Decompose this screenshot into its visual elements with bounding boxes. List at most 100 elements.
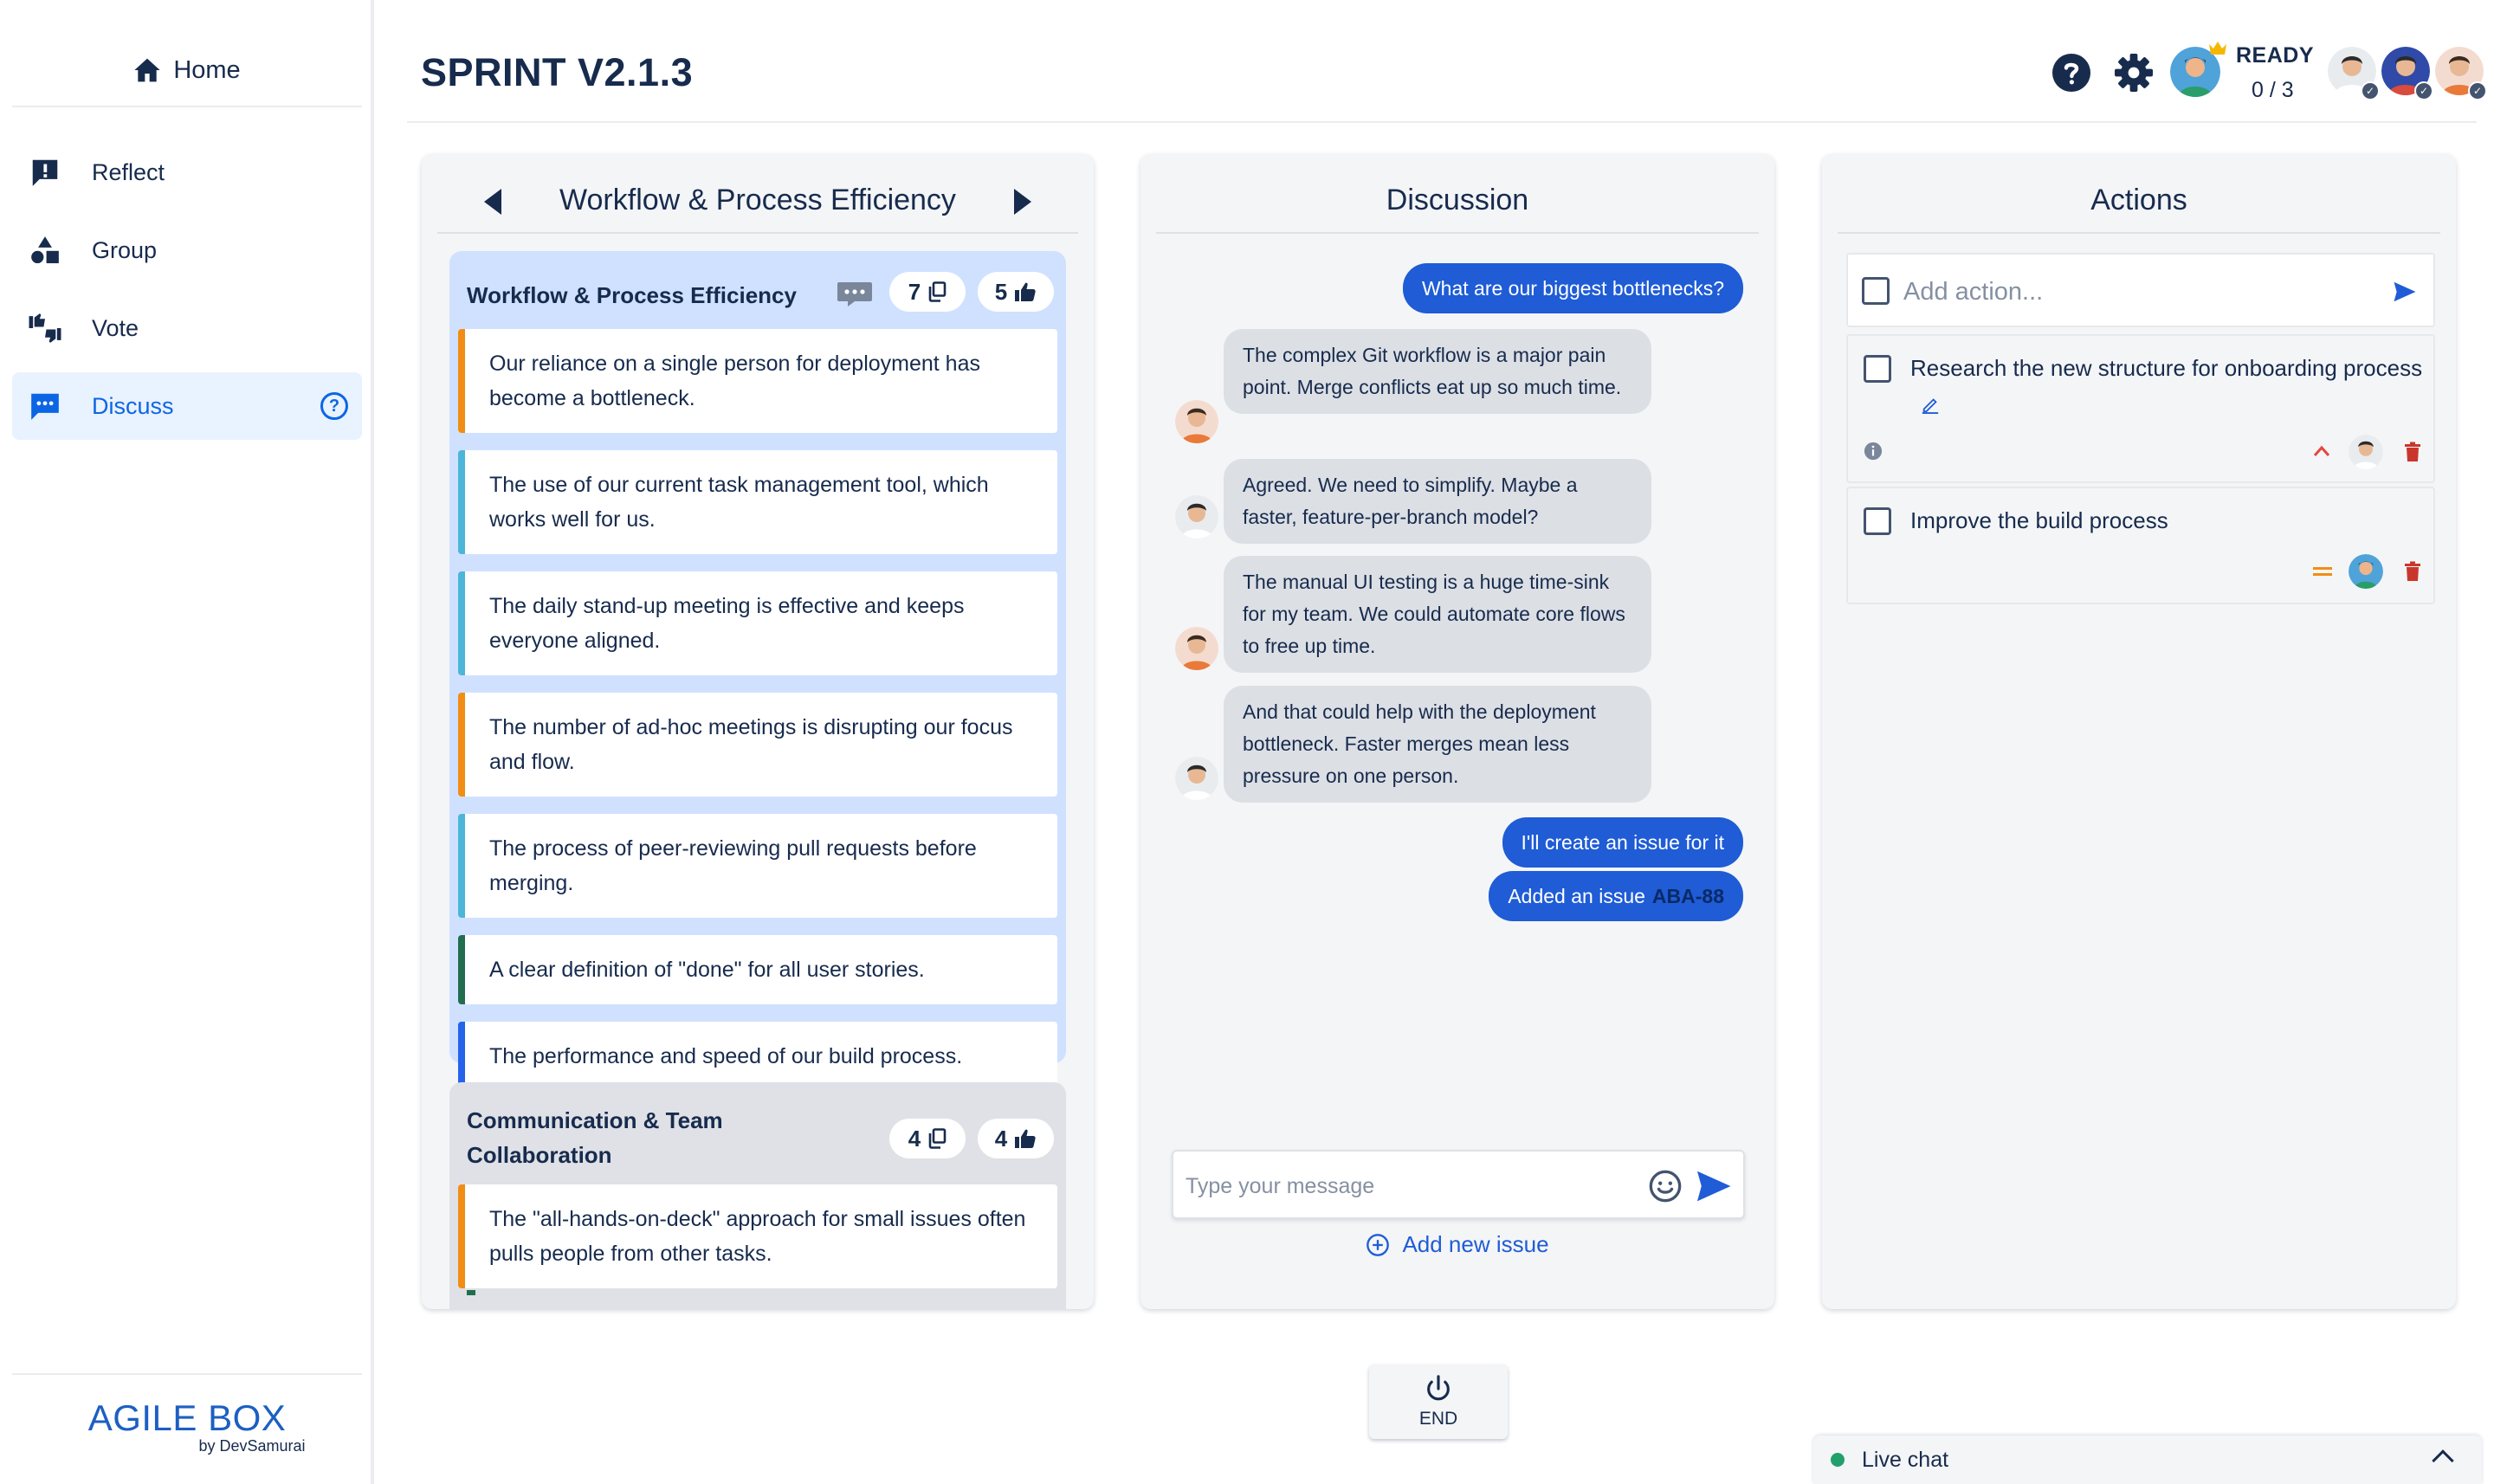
chat-message-incoming: And that could help with the deployment … bbox=[1224, 686, 1651, 803]
priority-medium-icon[interactable] bbox=[2312, 565, 2333, 578]
discussion-title: Discussion bbox=[1386, 184, 1529, 216]
page-title: SPRINT V2.1.3 bbox=[421, 50, 694, 94]
sidebar-item-label: Group bbox=[92, 236, 158, 263]
priority-high-icon[interactable] bbox=[2312, 443, 2331, 459]
send-icon[interactable] bbox=[1695, 1167, 1733, 1205]
phase-nav: Reflect Group Vote Discuss ? bbox=[12, 139, 362, 450]
divider bbox=[1156, 232, 1759, 234]
trash-icon[interactable] bbox=[2404, 442, 2421, 462]
add-issue-label: Add new issue bbox=[1402, 1231, 1549, 1257]
chat-message-incoming: The manual UI testing is a huge time-sin… bbox=[1224, 556, 1651, 673]
group-card[interactable]: Communication & Team Collaboration 4 4 T… bbox=[449, 1082, 1066, 1309]
action-checkbox[interactable] bbox=[1864, 507, 1891, 535]
end-session-button[interactable]: END bbox=[1369, 1365, 1508, 1439]
trash-icon[interactable] bbox=[2404, 561, 2421, 582]
thumbs-icon bbox=[28, 311, 62, 345]
note-card[interactable]: The performance and speed of our build p… bbox=[458, 1022, 1057, 1091]
group-header: Workflow & Process Efficiency 7 5 bbox=[458, 251, 1057, 329]
home-label: Home bbox=[173, 55, 241, 84]
actions-panel: Actions Research the new structure for o… bbox=[1822, 154, 2456, 1309]
actions-title: Actions bbox=[2090, 184, 2187, 216]
sidebar-item-discuss[interactable]: Discuss ? bbox=[12, 372, 362, 440]
end-label: END bbox=[1418, 1409, 1458, 1429]
sidebar-item-label: Vote bbox=[92, 314, 139, 341]
comments-icon[interactable] bbox=[836, 281, 874, 308]
sidebar-item-reflect[interactable]: Reflect bbox=[12, 139, 362, 206]
home-link[interactable]: Home bbox=[12, 35, 362, 107]
note-card[interactable]: The number of ad-hoc meetings is disrupt… bbox=[458, 693, 1057, 797]
chat-message-outgoing: I'll create an issue for it bbox=[1502, 817, 1743, 868]
issue-link[interactable]: ABA-88 bbox=[1652, 885, 1724, 908]
assignee-avatar[interactable] bbox=[2349, 554, 2383, 589]
note-card[interactable]: The "all-hands-on-deck" approach for sma… bbox=[458, 1184, 1057, 1288]
next-group-button[interactable] bbox=[1014, 189, 1031, 215]
ready-check-icon: ✓ bbox=[2361, 81, 2380, 100]
chat-message-outgoing: Added an issue ABA-88 bbox=[1489, 871, 1743, 921]
note-card[interactable]: The use of our current task management t… bbox=[458, 450, 1057, 554]
groups-panel: Workflow & Process Efficiency Workflow &… bbox=[422, 154, 1094, 1309]
card-count-badge: 7 bbox=[889, 272, 966, 312]
assignee-avatar[interactable] bbox=[2349, 435, 2383, 469]
info-icon[interactable] bbox=[1864, 442, 1883, 461]
add-action-input[interactable] bbox=[1903, 272, 2362, 312]
send-icon[interactable] bbox=[2392, 279, 2418, 305]
add-action-checkbox[interactable] bbox=[1862, 277, 1890, 305]
divider bbox=[437, 232, 1078, 234]
ready-label: READY bbox=[2236, 43, 2315, 68]
action-text: Research the new structure for onboardin… bbox=[1910, 355, 2423, 381]
discussion-panel: Discussion What are our biggest bottlene… bbox=[1140, 154, 1774, 1309]
group-header: Communication & Team Collaboration 4 4 bbox=[458, 1082, 1057, 1184]
sidebar-item-vote[interactable]: Vote bbox=[12, 294, 362, 362]
message-input[interactable] bbox=[1186, 1167, 1636, 1205]
note-text: The process of peer-reviewing pull reque… bbox=[489, 836, 977, 895]
card-count: 7 bbox=[908, 278, 921, 305]
exclamation-icon bbox=[28, 155, 62, 190]
online-status-dot bbox=[1831, 1453, 1845, 1467]
brand-byline: by DevSamurai bbox=[198, 1437, 306, 1455]
crown-icon bbox=[2209, 42, 2226, 55]
sidebar-item-group[interactable]: Group bbox=[12, 216, 362, 284]
thumbs-up-icon bbox=[1015, 282, 1036, 301]
vote-count-badge: 5 bbox=[978, 272, 1054, 312]
live-chat-label: Live chat bbox=[1862, 1447, 1949, 1472]
vote-count: 4 bbox=[994, 1125, 1008, 1152]
emoji-icon[interactable] bbox=[1648, 1169, 1683, 1203]
user-avatar bbox=[1175, 400, 1218, 443]
home-icon bbox=[134, 58, 160, 82]
note-text: The "all-hands-on-deck" approach for sma… bbox=[489, 1207, 1026, 1266]
card-count: 4 bbox=[908, 1125, 921, 1152]
message-text: The manual UI testing is a huge time-sin… bbox=[1243, 571, 1625, 657]
add-new-issue-button[interactable]: Add new issue bbox=[1140, 1231, 1774, 1258]
user-avatar bbox=[1175, 627, 1218, 670]
help-icon[interactable] bbox=[2051, 52, 2092, 94]
note-text: The daily stand-up meeting is effective … bbox=[489, 594, 965, 653]
message-text: Agreed. We need to simplify. Maybe a fas… bbox=[1243, 474, 1578, 528]
note-card[interactable]: The daily stand-up meeting is effective … bbox=[458, 571, 1057, 675]
group-name: Workflow & Process Efficiency bbox=[467, 282, 797, 308]
note-card[interactable]: The process of peer-reviewing pull reque… bbox=[458, 814, 1057, 918]
brand-name: AGILE BOX bbox=[87, 1397, 287, 1438]
edit-pencil-icon[interactable] bbox=[1921, 395, 1940, 414]
ready-count: 0 / 3 bbox=[2252, 78, 2294, 102]
message-composer bbox=[1172, 1150, 1745, 1219]
discuss-help-icon[interactable]: ? bbox=[320, 392, 348, 420]
note-card[interactable]: A clear definition of "done" for all use… bbox=[458, 935, 1057, 1004]
chevron-up-icon[interactable] bbox=[2432, 1449, 2454, 1472]
divider bbox=[1838, 232, 2440, 234]
top-header: SPRINT V2.1.3 READY 0 / 3 ✓ ✓ ✓ bbox=[407, 0, 2487, 123]
chat-message-incoming: The complex Git workflow is a major pain… bbox=[1224, 329, 1651, 414]
brand-logo: AGILE BOX by DevSamurai bbox=[12, 1373, 362, 1455]
note-card[interactable]: Our reliance on a single person for depl… bbox=[458, 329, 1057, 433]
user-avatar bbox=[1175, 495, 1218, 539]
message-text: Added an issue bbox=[1508, 884, 1645, 907]
shapes-icon bbox=[28, 233, 62, 268]
action-checkbox[interactable] bbox=[1864, 355, 1891, 383]
plus-circle-icon bbox=[1367, 1233, 1390, 1256]
action-item: Improve the build process bbox=[1846, 487, 2435, 604]
sidebar: Home Reflect Group Vote Discuss ? AGILE … bbox=[0, 0, 374, 1484]
group-card[interactable]: Workflow & Process Efficiency 7 5 Our re… bbox=[449, 251, 1066, 1091]
live-chat-widget[interactable]: Live chat bbox=[1813, 1436, 2482, 1484]
note-text: The number of ad-hoc meetings is disrupt… bbox=[489, 715, 1013, 774]
gear-icon[interactable] bbox=[2113, 52, 2155, 94]
note-text: The use of our current task management t… bbox=[489, 473, 989, 532]
